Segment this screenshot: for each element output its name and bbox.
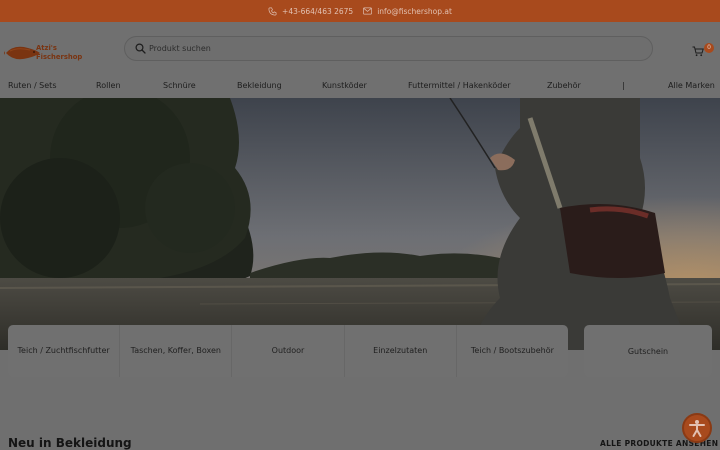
site-header: Atzi's Fischershop 0 <box>0 22 720 76</box>
phone-icon <box>268 7 277 15</box>
accessibility-icon <box>689 420 705 437</box>
category-taschen-koffer-boxen[interactable]: Taschen, Koffer, Boxen <box>120 325 233 377</box>
search-icon[interactable] <box>135 43 146 54</box>
main-navigation: Ruten / Sets Rollen Schnüre Bekleidung K… <box>0 76 720 98</box>
nav-item-schnuere[interactable]: Schnüre <box>163 81 196 90</box>
accessibility-button[interactable] <box>682 413 712 443</box>
nav-item-bekleidung[interactable]: Bekleidung <box>237 81 282 90</box>
nav-item-zubehoer[interactable]: Zubehör <box>547 81 581 90</box>
cart-button[interactable]: 0 <box>692 42 716 57</box>
cart-icon <box>692 46 704 57</box>
phone-number[interactable]: +43-664/463 2675 <box>282 7 353 16</box>
logo-text[interactable]: Atzi's Fischershop <box>36 44 82 62</box>
mail-icon <box>363 7 373 15</box>
email-contact[interactable]: info@fischershop.at <box>363 7 452 16</box>
category-einzelzutaten[interactable]: Einzelzutaten <box>345 325 457 377</box>
category-outdoor[interactable]: Outdoor <box>232 325 345 377</box>
hero-banner[interactable] <box>0 98 720 350</box>
nav-item-ruten-sets[interactable]: Ruten / Sets <box>8 81 56 90</box>
voucher-tile[interactable]: Gutschein <box>584 325 712 377</box>
logo-line-2: Fischershop <box>36 53 83 61</box>
category-tiles: Teich / Zuchtfischfutter Taschen, Koffer… <box>8 325 568 377</box>
search-input[interactable] <box>149 41 629 56</box>
nav-item-rollen[interactable]: Rollen <box>96 81 121 90</box>
top-info-bar: +43-664/463 2675 info@fischershop.at <box>0 0 720 22</box>
hero-fishing-image <box>0 98 720 350</box>
phone-contact[interactable]: +43-664/463 2675 <box>268 7 353 16</box>
category-teich-zuchtfischfutter[interactable]: Teich / Zuchtfischfutter <box>8 325 121 377</box>
section-title: Neu in Bekleidung <box>8 436 132 450</box>
search-bar[interactable] <box>124 36 653 61</box>
cart-count-badge: 0 <box>704 43 714 53</box>
nav-item-alle-marken[interactable]: Alle Marken <box>668 81 715 90</box>
nav-separator: | <box>622 81 625 90</box>
category-teich-bootszubehoer[interactable]: Teich / Bootszubehör <box>457 325 568 377</box>
email-address[interactable]: info@fischershop.at <box>377 7 452 16</box>
nav-item-kunstkoeder[interactable]: Kunstköder <box>322 81 367 90</box>
nav-item-futtermittel[interactable]: Futtermittel / Hakenköder <box>408 81 511 90</box>
logo-line-1: Atzi's <box>36 44 57 52</box>
